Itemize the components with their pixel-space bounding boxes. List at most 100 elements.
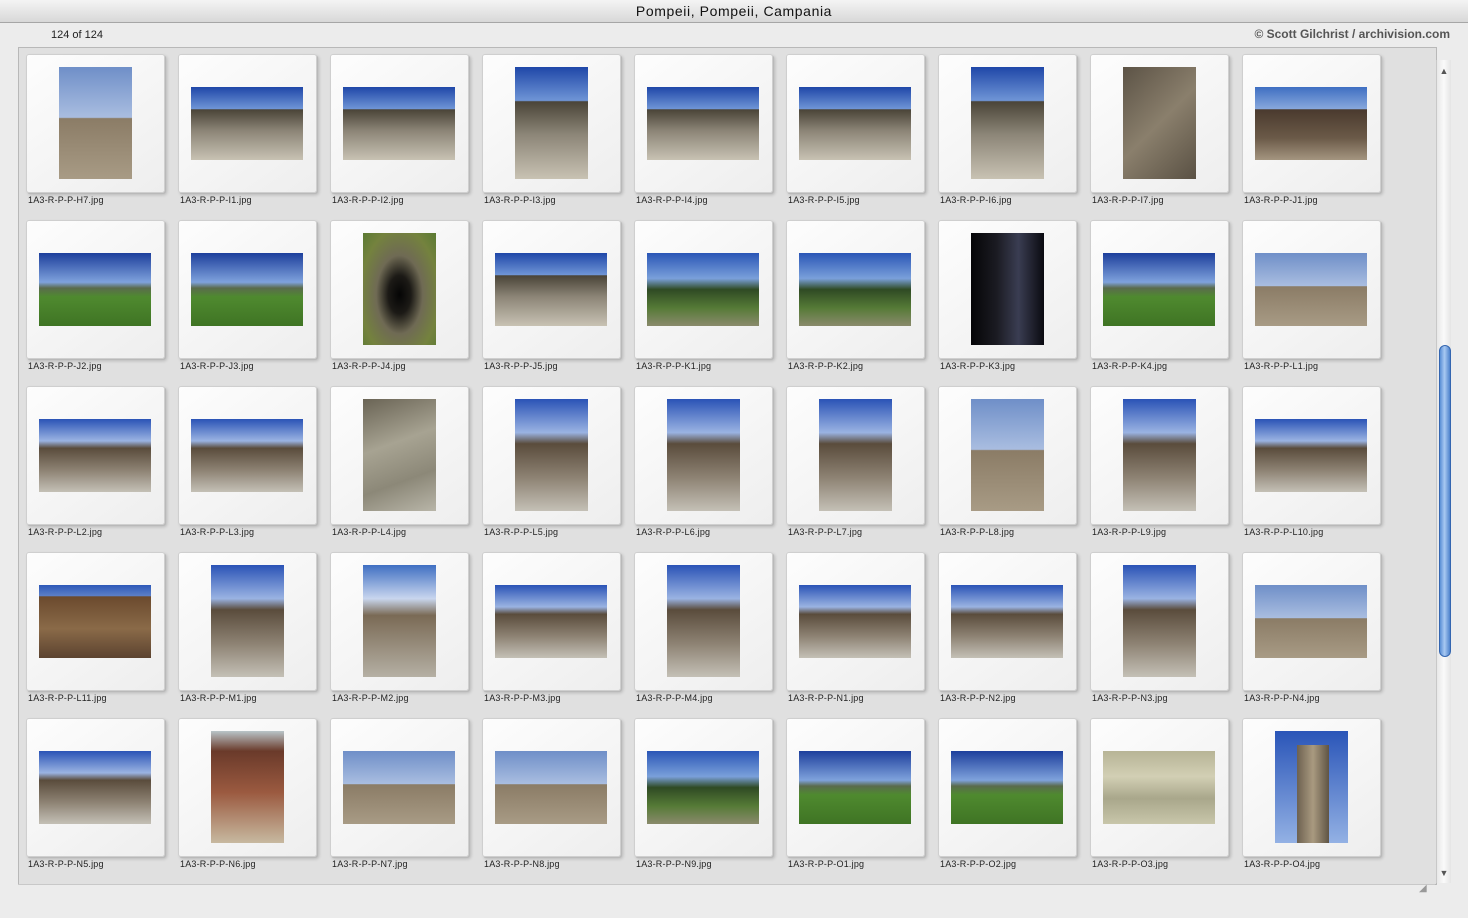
thumbnail-cell[interactable]: 1A3-R-P-P-N6.jpg bbox=[172, 712, 322, 878]
slide-mount[interactable] bbox=[786, 718, 925, 857]
thumbnail-image[interactable] bbox=[1103, 751, 1215, 824]
thumbnail-cell[interactable]: 1A3-R-P-P-L7.jpg bbox=[780, 380, 930, 546]
thumbnail-cell[interactable]: 1A3-R-P-P-N9.jpg bbox=[628, 712, 778, 878]
slide-mount[interactable] bbox=[482, 552, 621, 691]
slide-mount[interactable] bbox=[1090, 552, 1229, 691]
thumbnail-cell[interactable]: 1A3-R-P-P-J5.jpg bbox=[476, 214, 626, 380]
thumbnail-cell[interactable]: 1A3-R-P-P-M1.jpg bbox=[172, 546, 322, 712]
thumbnail-cell[interactable]: 1A3-R-P-P-O1.jpg bbox=[780, 712, 930, 878]
thumbnail-image[interactable] bbox=[951, 751, 1063, 824]
thumbnail-cell[interactable]: 1A3-R-P-P-L6.jpg bbox=[628, 380, 778, 546]
slide-mount[interactable] bbox=[482, 220, 621, 359]
slide-mount[interactable] bbox=[1242, 718, 1381, 857]
thumbnail-cell[interactable]: 1A3-R-P-P-J2.jpg bbox=[20, 214, 170, 380]
thumbnail-image[interactable] bbox=[799, 751, 911, 824]
thumbnail-cell[interactable]: 1A3-R-P-P-O3.jpg bbox=[1084, 712, 1234, 878]
slide-mount[interactable] bbox=[26, 718, 165, 857]
thumbnail-cell[interactable]: 1A3-R-P-P-N4.jpg bbox=[1236, 546, 1386, 712]
thumbnail-image[interactable] bbox=[1275, 731, 1348, 843]
thumbnail-image[interactable] bbox=[39, 419, 151, 492]
slide-mount[interactable] bbox=[330, 54, 469, 193]
slide-mount[interactable] bbox=[786, 54, 925, 193]
thumbnail-image[interactable] bbox=[343, 87, 455, 160]
slide-mount[interactable] bbox=[1090, 718, 1229, 857]
slide-mount[interactable] bbox=[26, 552, 165, 691]
thumbnail-image[interactable] bbox=[1123, 67, 1196, 179]
thumbnail-image[interactable] bbox=[495, 751, 607, 824]
thumbnail-cell[interactable]: 1A3-R-P-P-N3.jpg bbox=[1084, 546, 1234, 712]
thumbnail-image[interactable] bbox=[799, 87, 911, 160]
slide-mount[interactable] bbox=[482, 54, 621, 193]
thumbnail-cell[interactable]: 1A3-R-P-P-I7.jpg bbox=[1084, 48, 1234, 214]
thumbnail-image[interactable] bbox=[647, 253, 759, 326]
slide-mount[interactable] bbox=[634, 54, 773, 193]
thumbnail-image[interactable] bbox=[211, 565, 284, 677]
thumbnail-image[interactable] bbox=[1255, 253, 1367, 326]
thumbnail-image[interactable] bbox=[343, 751, 455, 824]
thumbnail-cell[interactable]: 1A3-R-P-P-J3.jpg bbox=[172, 214, 322, 380]
scroll-down-arrow-icon[interactable]: ▼ bbox=[1437, 866, 1451, 880]
thumbnail-cell[interactable]: 1A3-R-P-P-H7.jpg bbox=[20, 48, 170, 214]
thumbnail-cell[interactable]: 1A3-R-P-P-K3.jpg bbox=[932, 214, 1082, 380]
slide-mount[interactable] bbox=[634, 220, 773, 359]
thumbnail-image[interactable] bbox=[1103, 253, 1215, 326]
thumbnail-cell[interactable]: 1A3-R-P-P-L2.jpg bbox=[20, 380, 170, 546]
thumbnail-image[interactable] bbox=[59, 67, 132, 179]
scrollbar-thumb[interactable] bbox=[1439, 345, 1451, 657]
slide-mount[interactable] bbox=[1242, 220, 1381, 359]
thumbnail-image[interactable] bbox=[191, 253, 303, 326]
slide-mount[interactable] bbox=[938, 220, 1077, 359]
thumbnail-cell[interactable]: 1A3-R-P-P-I4.jpg bbox=[628, 48, 778, 214]
thumbnail-image[interactable] bbox=[515, 399, 588, 511]
thumbnail-cell[interactable]: 1A3-R-P-P-I5.jpg bbox=[780, 48, 930, 214]
thumbnail-image[interactable] bbox=[667, 399, 740, 511]
slide-mount[interactable] bbox=[938, 718, 1077, 857]
slide-mount[interactable] bbox=[26, 54, 165, 193]
thumbnail-cell[interactable]: 1A3-R-P-P-K2.jpg bbox=[780, 214, 930, 380]
thumbnail-cell[interactable]: 1A3-R-P-P-I1.jpg bbox=[172, 48, 322, 214]
thumbnail-cell[interactable]: 1A3-R-P-P-L3.jpg bbox=[172, 380, 322, 546]
thumbnail-image[interactable] bbox=[211, 731, 284, 843]
slide-mount[interactable] bbox=[1090, 220, 1229, 359]
slide-mount[interactable] bbox=[634, 386, 773, 525]
slide-mount[interactable] bbox=[178, 220, 317, 359]
thumbnail-cell[interactable]: 1A3-R-P-P-J4.jpg bbox=[324, 214, 474, 380]
thumbnail-cell[interactable]: 1A3-R-P-P-N2.jpg bbox=[932, 546, 1082, 712]
slide-mount[interactable] bbox=[330, 552, 469, 691]
thumbnail-image[interactable] bbox=[971, 233, 1044, 345]
vertical-scrollbar[interactable]: ▲ ▼ bbox=[1436, 60, 1451, 883]
thumbnail-image[interactable] bbox=[1123, 399, 1196, 511]
slide-mount[interactable] bbox=[938, 386, 1077, 525]
thumbnail-cell[interactable]: 1A3-R-P-P-J1.jpg bbox=[1236, 48, 1386, 214]
thumbnail-image[interactable] bbox=[495, 585, 607, 658]
thumbnail-image[interactable] bbox=[1255, 419, 1367, 492]
thumbnail-image[interactable] bbox=[1255, 87, 1367, 160]
thumbnail-image[interactable] bbox=[515, 67, 588, 179]
slide-mount[interactable] bbox=[330, 386, 469, 525]
thumbnail-image[interactable] bbox=[799, 585, 911, 658]
slide-mount[interactable] bbox=[786, 386, 925, 525]
slide-mount[interactable] bbox=[1242, 54, 1381, 193]
thumbnail-cell[interactable]: 1A3-R-P-P-I3.jpg bbox=[476, 48, 626, 214]
thumbnail-image[interactable] bbox=[191, 419, 303, 492]
thumbnail-cell[interactable]: 1A3-R-P-P-L10.jpg bbox=[1236, 380, 1386, 546]
slide-mount[interactable] bbox=[786, 220, 925, 359]
slide-mount[interactable] bbox=[26, 220, 165, 359]
thumbnail-cell[interactable]: 1A3-R-P-P-L1.jpg bbox=[1236, 214, 1386, 380]
thumbnail-image[interactable] bbox=[1255, 585, 1367, 658]
thumbnail-cell[interactable]: 1A3-R-P-P-L5.jpg bbox=[476, 380, 626, 546]
thumbnail-image[interactable] bbox=[191, 87, 303, 160]
slide-mount[interactable] bbox=[1242, 552, 1381, 691]
thumbnail-cell[interactable]: 1A3-R-P-P-L4.jpg bbox=[324, 380, 474, 546]
thumbnail-image[interactable] bbox=[799, 253, 911, 326]
thumbnail-image[interactable] bbox=[39, 585, 151, 658]
slide-mount[interactable] bbox=[938, 552, 1077, 691]
thumbnail-cell[interactable]: 1A3-R-P-P-L9.jpg bbox=[1084, 380, 1234, 546]
slide-mount[interactable] bbox=[634, 718, 773, 857]
slide-mount[interactable] bbox=[634, 552, 773, 691]
thumbnail-cell[interactable]: 1A3-R-P-P-L11.jpg bbox=[20, 546, 170, 712]
scroll-up-arrow-icon[interactable]: ▲ bbox=[1437, 64, 1451, 78]
thumbnail-image[interactable] bbox=[495, 253, 607, 326]
thumbnail-cell[interactable]: 1A3-R-P-P-K1.jpg bbox=[628, 214, 778, 380]
slide-mount[interactable] bbox=[26, 386, 165, 525]
